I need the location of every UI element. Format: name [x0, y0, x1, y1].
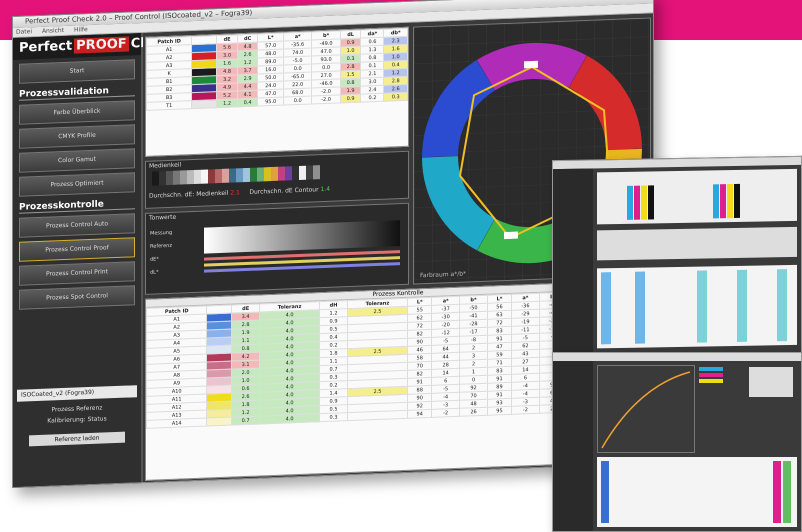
tone-gradient [204, 220, 400, 254]
secondary-sidebar [553, 361, 593, 531]
table-cell: -2 [511, 405, 540, 415]
preview-box [749, 367, 793, 397]
strip-patch [250, 167, 257, 182]
strip-patch [201, 169, 208, 184]
strip-patch [243, 167, 250, 183]
strip-patch [208, 169, 215, 184]
table-cell: 0.3 [319, 412, 348, 422]
table-cell: 0.2 [360, 93, 384, 103]
sidebar-item-color-gamut[interactable]: Color Gamut [19, 148, 135, 173]
profile-select[interactable]: ISOCoated_v2 (Fogra39) [17, 385, 137, 402]
table-cell: 94 [407, 409, 432, 419]
gradient-label-de: dE* [150, 256, 159, 263]
table-cell: 1.2 [216, 98, 238, 108]
legend-swatches [699, 367, 723, 389]
gradient-labels: Messung Referenz dE* dL* [150, 227, 172, 280]
table-cell: A14 [146, 418, 207, 429]
section-heading-validation: Prozessvalidation [19, 85, 135, 101]
strip-right-value: 1.4 [320, 185, 331, 194]
secondary-table [597, 264, 797, 349]
bar-chart [627, 183, 740, 220]
strip-patch [292, 165, 299, 181]
strip-panel: Medienkeil Durchschn. dE: Medienkeil 2.1… [145, 150, 409, 209]
sidebar-item-spot-control[interactable]: Prozess Spot Control [19, 285, 135, 310]
menu-file[interactable]: Datei [16, 28, 32, 36]
table-cell: 26 [459, 407, 488, 417]
menu-view[interactable]: Ansicht [42, 27, 64, 35]
table-cell: 0.3 [383, 92, 408, 102]
sidebar: PerfectPROOFCheck Start Prozessvalidatio… [13, 32, 175, 487]
table-cell: 4.0 [259, 413, 320, 424]
secondary-window-1 [552, 155, 802, 359]
sidebar-item-cmyk-profile[interactable]: CMYK Profile [19, 124, 135, 149]
bar-chart-panel [597, 168, 797, 225]
table-cell: 0.9 [340, 94, 361, 103]
table-cell: 95 [487, 406, 512, 416]
app-logo: PerfectPROOFCheck [13, 33, 175, 60]
table-cell: 95.0 [257, 97, 284, 107]
strip-patch [159, 171, 166, 186]
secondary-titlebar[interactable] [553, 156, 801, 170]
reference-panel: ISOCoated_v2 (Fogra39) Prozess Referenz … [17, 385, 137, 447]
strip-patch [236, 168, 243, 183]
gradient-panel: Tonwerte Messung Referenz dE* dL* [145, 202, 409, 295]
table-cell: T1 [146, 100, 192, 111]
table-cell [347, 410, 408, 421]
strip-patch [285, 166, 292, 181]
strip-patch [271, 166, 278, 182]
menu-help[interactable]: Hilfe [74, 26, 88, 34]
strip-left-value: 2.1 [230, 189, 240, 197]
secondary-titlebar[interactable] [553, 353, 801, 361]
table-cell: 0.0 [283, 95, 312, 106]
sidebar-item-control-print[interactable]: Prozess Control Print [19, 261, 135, 286]
strip-patch [313, 165, 320, 180]
strip-patch [278, 166, 285, 181]
strip-patch [215, 168, 222, 184]
strip-patch [180, 170, 187, 185]
gradient-label-reference: Referenz [150, 242, 172, 250]
sidebar-item-control-proof[interactable]: Prozess Control Proof [19, 237, 135, 262]
strip-patch [194, 169, 201, 185]
curve-panel [597, 226, 797, 261]
strip-right-label: Durchschn. dE Contour [249, 186, 319, 196]
table-cell: 0.7 [231, 415, 260, 426]
gradient-label-dl: dL* [150, 269, 159, 276]
table-cell: -2 [431, 408, 460, 418]
patch-table-panel: Patch ID dE dC L* a* b* dL da* db* A1 5.6 4.8 57.0-… [145, 26, 409, 157]
load-reference-button[interactable]: Referenz laden [29, 431, 125, 447]
gamut-marker [524, 60, 538, 69]
profile-label: Prozess Referenz [51, 404, 103, 414]
strip-patch [187, 170, 194, 185]
strip-patch [306, 165, 313, 180]
table-cell: 0.4 [237, 98, 258, 107]
strip-patch [222, 168, 229, 183]
color-swatch [191, 99, 217, 109]
strip-patch [173, 170, 180, 185]
strip-left-label: Durchschn. dE: Medienkeil [149, 189, 229, 200]
secondary-window-2 [552, 352, 802, 532]
gamut-marker [504, 231, 518, 240]
tone-curve [601, 371, 691, 449]
gradient-label-measure: Messung [150, 229, 173, 237]
start-button[interactable]: Start [19, 59, 135, 84]
tone-curve-panel [597, 365, 695, 453]
strip-patch [152, 171, 159, 186]
secondary-sidebar [553, 168, 593, 358]
status-label: Kalibrierung: Status [47, 415, 107, 425]
table-cell: -2.0 [311, 94, 341, 104]
strip-patch [229, 168, 236, 183]
secondary-table-2 [597, 457, 797, 527]
color-swatch [206, 417, 232, 427]
sidebar-item-control-auto[interactable]: Prozess Control Auto [19, 213, 135, 238]
strip-patch [257, 167, 264, 182]
strip-patch [299, 165, 306, 180]
strip-patch [264, 167, 271, 182]
strip-patch [166, 170, 173, 186]
patch-table: Patch ID dE dC L* a* b* dL da* db* A1 5.6 4.8 57.0-… [146, 28, 408, 111]
sidebar-item-color-overview[interactable]: Farbe Überblick [19, 100, 135, 125]
sidebar-item-process-optimized[interactable]: Prozess Optimiert [19, 172, 135, 197]
section-heading-control: Prozesskontrolle [19, 198, 135, 214]
